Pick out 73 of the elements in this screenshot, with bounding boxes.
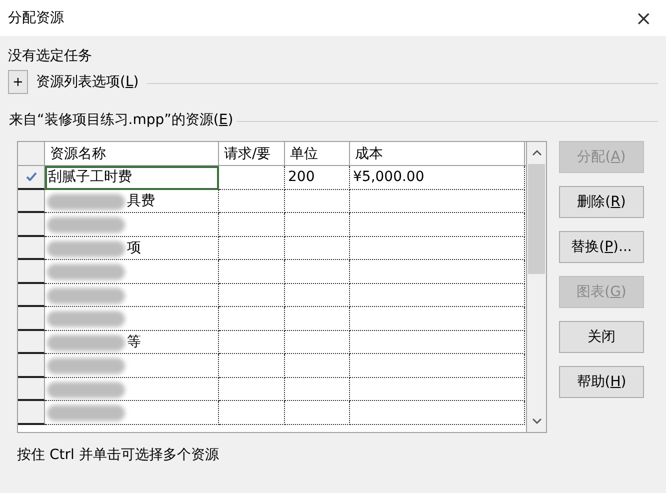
window-title: 分配资源 <box>8 8 64 28</box>
table-cell[interactable] <box>285 284 350 307</box>
expand-button[interactable]: + <box>8 70 28 94</box>
row-selector[interactable] <box>18 166 45 190</box>
row-selector[interactable] <box>18 330 45 354</box>
options-label[interactable]: 资源列表选项(L) <box>36 72 139 92</box>
table-cell[interactable] <box>285 260 350 284</box>
row-selector[interactable] <box>18 213 45 236</box>
scroll-thumb[interactable] <box>528 164 545 274</box>
table-cell[interactable] <box>285 330 350 354</box>
row-selector[interactable] <box>18 378 45 401</box>
table-cell[interactable] <box>285 190 350 213</box>
table-cell[interactable] <box>45 307 219 330</box>
table-cell[interactable] <box>45 213 219 236</box>
dialog-button[interactable]: 删除(R) <box>559 186 644 218</box>
task-status-label: 没有选定任务 <box>8 47 93 66</box>
table-cell[interactable] <box>45 354 219 378</box>
dialog-button[interactable]: 帮助(H) <box>559 366 644 398</box>
table-cell[interactable] <box>285 307 350 330</box>
table-cell[interactable] <box>219 354 285 378</box>
table-cell[interactable] <box>219 378 285 401</box>
table-cell[interactable] <box>219 284 285 307</box>
cell-text: 等 <box>127 332 141 352</box>
row-selector[interactable] <box>18 260 45 284</box>
dialog-button[interactable]: 替换(P)... <box>559 231 644 263</box>
cell-text: 具费 <box>127 192 155 210</box>
table-cell[interactable]: 等 <box>45 330 219 354</box>
scrollbar[interactable] <box>526 142 546 432</box>
table-cell[interactable] <box>219 260 285 284</box>
table-cell[interactable] <box>219 213 285 236</box>
table-cell[interactable] <box>45 378 219 401</box>
row-selector[interactable] <box>18 190 45 213</box>
table-cell[interactable] <box>45 260 219 284</box>
table-cell[interactable]: 刮腻子工时费 <box>45 166 219 190</box>
table-cell[interactable]: 具费 <box>45 190 219 213</box>
table-cell[interactable] <box>45 401 219 424</box>
table-cell[interactable] <box>350 354 525 378</box>
table-cell[interactable] <box>285 401 350 424</box>
dialog-button[interactable]: 关闭 <box>559 321 644 353</box>
table-cell[interactable] <box>350 236 525 260</box>
table-cell[interactable] <box>285 213 350 236</box>
table-cell[interactable] <box>285 354 350 378</box>
table-cell[interactable] <box>219 330 285 354</box>
table-cell[interactable] <box>350 330 525 354</box>
table-cell[interactable] <box>219 401 285 424</box>
table-cell[interactable] <box>350 260 525 284</box>
table-cell[interactable] <box>350 284 525 307</box>
table-cell[interactable] <box>219 236 285 260</box>
table-cell[interactable] <box>285 236 350 260</box>
table-cell[interactable] <box>350 378 525 401</box>
scroll-up-icon[interactable] <box>532 150 542 156</box>
row-selector[interactable] <box>18 307 45 330</box>
table-cell[interactable]: 项 <box>45 236 219 260</box>
hint-text: 按住 Ctrl 并单击可选择多个资源 <box>17 446 220 465</box>
table-cell[interactable] <box>285 378 350 401</box>
table-cell[interactable] <box>350 401 525 424</box>
row-selector[interactable] <box>18 284 45 307</box>
table-cell[interactable] <box>219 307 285 330</box>
table-cell[interactable] <box>219 190 285 213</box>
table-cell[interactable] <box>350 190 525 213</box>
scroll-down-icon[interactable] <box>532 418 542 424</box>
row-selector[interactable] <box>18 236 45 260</box>
table-cell[interactable] <box>350 307 525 330</box>
row-selector[interactable] <box>18 401 45 424</box>
table-cell[interactable] <box>219 166 285 190</box>
table-cell[interactable]: ¥5,000.00 <box>350 166 525 190</box>
cell-text: 项 <box>127 238 141 258</box>
table-cell[interactable] <box>350 213 525 236</box>
resources-label: 来自“装修项目练习.mpp”的资源(E) <box>9 111 234 130</box>
row-selector[interactable] <box>18 354 45 378</box>
close-button[interactable]: × <box>635 8 652 28</box>
table-cell[interactable] <box>45 284 219 307</box>
table-cell[interactable]: 200 <box>285 166 350 190</box>
